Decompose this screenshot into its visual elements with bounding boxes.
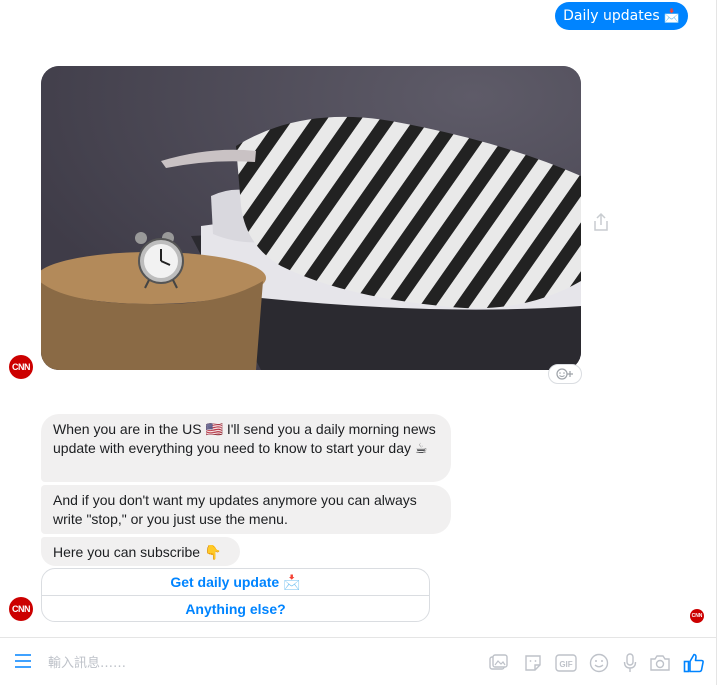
sticker-button[interactable] xyxy=(522,652,544,674)
react-button[interactable] xyxy=(548,364,582,384)
bot-message-1: When you are in the US 🇺🇸 I'll send you … xyxy=(41,414,451,482)
bot-message-2: And if you don't want my updates anymore… xyxy=(41,485,451,534)
quick-reply-label: Anything else? xyxy=(185,601,286,617)
composer: GIF xyxy=(0,637,716,685)
video-thumbnail[interactable] xyxy=(41,66,581,370)
microphone-icon xyxy=(623,653,637,672)
react-icon xyxy=(556,368,573,380)
menu-icon[interactable] xyxy=(14,653,32,669)
envelope-icon: 📩 xyxy=(663,8,680,24)
microphone-button[interactable] xyxy=(619,652,641,674)
message-input[interactable] xyxy=(46,652,470,674)
camera-button[interactable] xyxy=(649,652,671,674)
user-message-text: Daily updates xyxy=(563,8,660,24)
emoji-icon xyxy=(589,653,609,673)
emoji-button[interactable] xyxy=(588,652,610,674)
bot-avatar[interactable]: CNN xyxy=(9,597,33,621)
envelope-icon: 📩 xyxy=(283,573,301,590)
gif-icon: GIF xyxy=(555,654,577,672)
bot-avatar[interactable]: CNN xyxy=(9,355,33,379)
quick-reply-label: Get daily update xyxy=(170,574,280,590)
like-icon xyxy=(683,653,704,673)
like-button[interactable] xyxy=(683,652,705,674)
share-icon[interactable] xyxy=(592,212,610,232)
gif-button[interactable]: GIF xyxy=(555,652,577,674)
image-button[interactable] xyxy=(488,652,510,674)
sticker-icon xyxy=(525,655,541,671)
get-daily-update-button[interactable]: Get daily update 📩 xyxy=(42,569,429,595)
user-message-bubble[interactable]: Daily updates 📩 xyxy=(555,2,688,30)
image-icon xyxy=(489,654,508,670)
quick-replies: Get daily update 📩 Anything else? xyxy=(41,568,430,622)
svg-text:GIF: GIF xyxy=(559,660,572,669)
video-frame-image xyxy=(41,66,581,370)
camera-icon xyxy=(650,655,670,671)
bot-message-3: Here you can subscribe 👇 xyxy=(41,537,240,566)
seen-indicator: CNN xyxy=(690,609,704,623)
anything-else-button[interactable]: Anything else? xyxy=(42,595,429,621)
